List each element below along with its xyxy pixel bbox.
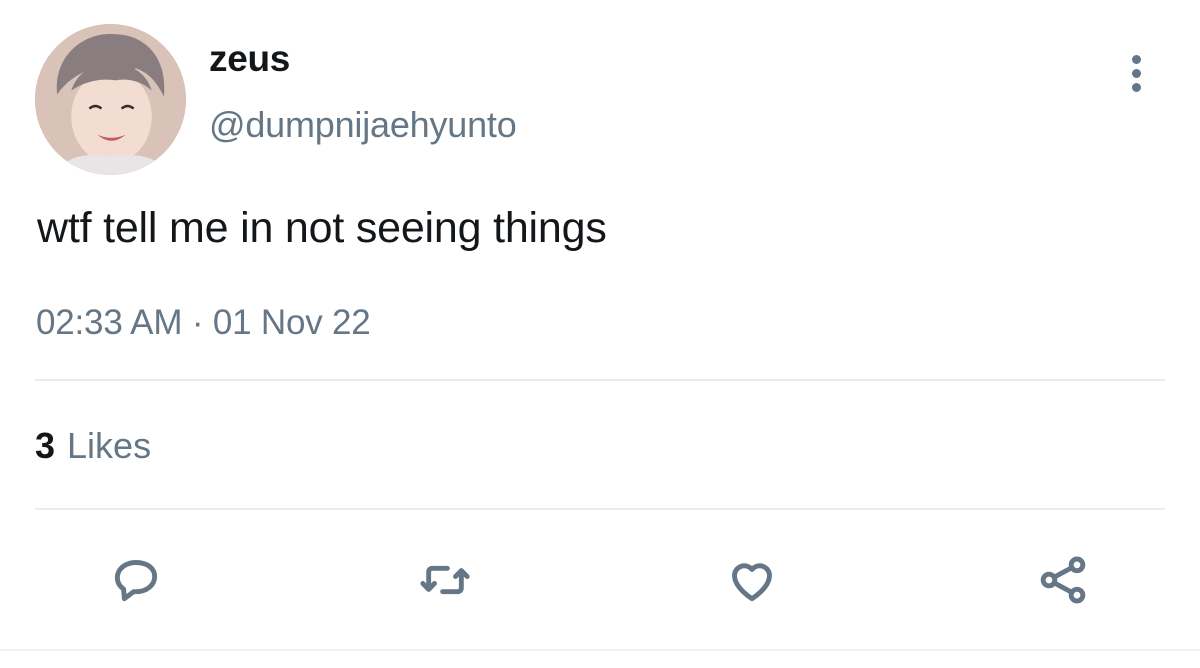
more-vertical-icon[interactable] — [1116, 48, 1156, 98]
tweet-timestamp: 02:33 AM · 01 Nov 22 — [36, 303, 371, 343]
tweet-date: 01 Nov 22 — [212, 303, 371, 342]
user-handle[interactable]: @dumpnijaehyunto — [209, 104, 517, 146]
divider — [0, 649, 1200, 651]
tweet-text: wtf tell me in not seeing things — [37, 204, 607, 252]
likes-stat[interactable]: 3 Likes — [35, 425, 151, 467]
retweet-button[interactable] — [413, 548, 477, 612]
divider — [35, 379, 1165, 381]
avatar[interactable] — [35, 24, 186, 175]
reply-button[interactable] — [104, 548, 168, 612]
retweet-icon — [420, 565, 470, 595]
share-button[interactable] — [1031, 548, 1095, 612]
tweet-card: zeus @dumpnijaehyunto wtf tell me in not… — [0, 0, 1200, 668]
heart-icon — [732, 563, 772, 602]
divider — [35, 508, 1165, 510]
avatar-photo — [35, 24, 186, 175]
meta-separator: · — [191, 303, 204, 342]
display-name[interactable]: zeus — [209, 38, 290, 80]
likes-count: 3 — [35, 425, 56, 466]
like-button[interactable] — [720, 548, 784, 612]
reply-icon — [114, 560, 158, 602]
tweet-time: 02:33 AM — [36, 303, 183, 342]
likes-label: Likes — [67, 425, 152, 466]
share-icon — [1040, 556, 1086, 604]
